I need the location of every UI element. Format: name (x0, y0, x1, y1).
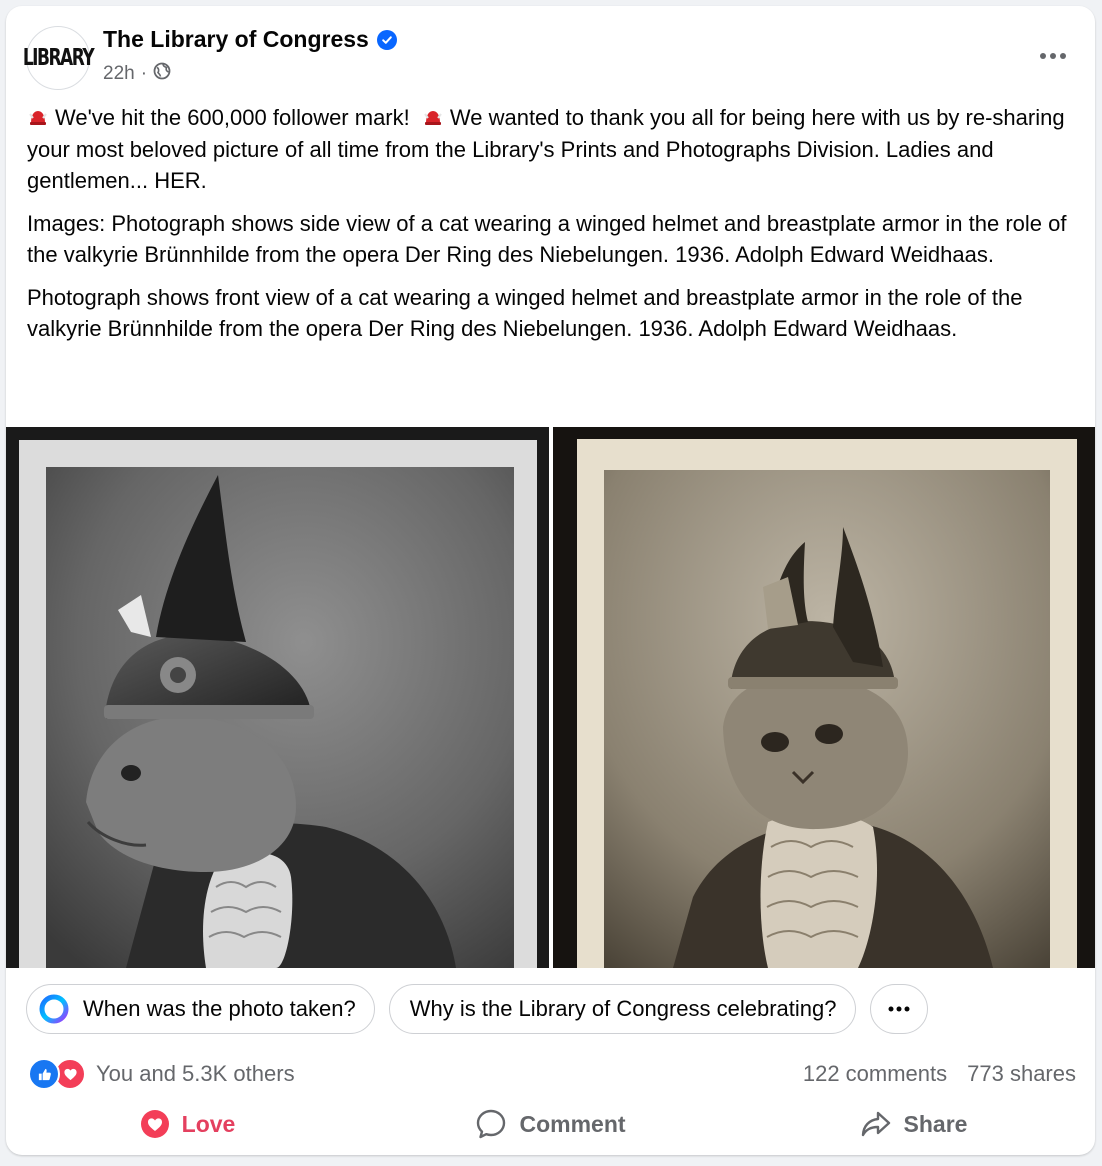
post-timestamp[interactable]: 22h (103, 63, 135, 85)
comment-icon (477, 1109, 506, 1139)
more-horizontal-icon (888, 1006, 909, 1012)
suggestion-text-1: When was the photo taken? (83, 996, 356, 1021)
post-card: LIBRARY The Library of Congress 22h · We… (6, 6, 1095, 1155)
shares-count[interactable]: 773 shares (967, 1061, 1076, 1087)
love-label: Love (181, 1110, 236, 1137)
post-paragraph-2: Images: Photograph shows side view of a … (27, 210, 1067, 268)
share-button[interactable]: Share (732, 1100, 1095, 1148)
love-icon (140, 1110, 169, 1138)
post-paragraph-1: We've hit the 600,000 follower mark! We … (27, 102, 1077, 197)
share-label: Share (903, 1110, 968, 1137)
page-name-row: The Library of Congress (103, 26, 397, 53)
comment-button[interactable]: Comment (369, 1100, 732, 1148)
like-reaction-icon (28, 1058, 60, 1090)
avatar-logo-text: LIBRARY (22, 44, 95, 72)
engagement-stats: You and 5.3K others 122 comments 773 sha… (28, 1058, 1076, 1090)
share-icon (861, 1111, 890, 1137)
photo-front-view[interactable] (553, 427, 1095, 968)
suggestion-chip-photo-date[interactable]: When was the photo taken? (26, 984, 375, 1034)
suggestion-chip-celebrating[interactable]: Why is the Library of Congress celebrati… (388, 984, 856, 1034)
reactions-count: You and 5.3K others (96, 1061, 295, 1086)
post-meta: 22h · (103, 62, 171, 86)
photo-grid (6, 427, 1095, 968)
page-avatar[interactable]: LIBRARY (22, 26, 95, 90)
comment-label: Comment (519, 1110, 626, 1137)
ai-suggestions: When was the photo taken? Why is the Lib… (26, 984, 928, 1034)
suggestion-text-2: Why is the Library of Congress celebrati… (409, 996, 837, 1021)
meta-separator: · (140, 63, 148, 84)
verified-badge-icon (376, 29, 397, 50)
post-actions: Love Comment Share (6, 1100, 1095, 1148)
page-name-link[interactable]: The Library of Congress (103, 26, 369, 53)
post-message: We've hit the 600,000 follower mark! We … (27, 102, 1077, 356)
post-options-button[interactable] (1031, 34, 1075, 78)
reactions-summary[interactable]: You and 5.3K others (28, 1058, 295, 1090)
post-paragraph-3: Photograph shows front view of a cat wea… (27, 284, 1023, 342)
more-suggestions-button[interactable] (869, 984, 928, 1034)
globe-icon (153, 62, 171, 86)
photo-side-view[interactable] (6, 427, 549, 968)
comments-count[interactable]: 122 comments (803, 1061, 947, 1087)
love-button[interactable]: Love (6, 1100, 369, 1148)
viking-hat-emoji (424, 111, 442, 125)
post-text-part-a: We've hit the 600,000 follower mark! (55, 105, 410, 130)
viking-hat-emoji (29, 111, 47, 125)
meta-ai-ring-icon (39, 994, 69, 1024)
more-horizontal-icon (1040, 53, 1066, 59)
